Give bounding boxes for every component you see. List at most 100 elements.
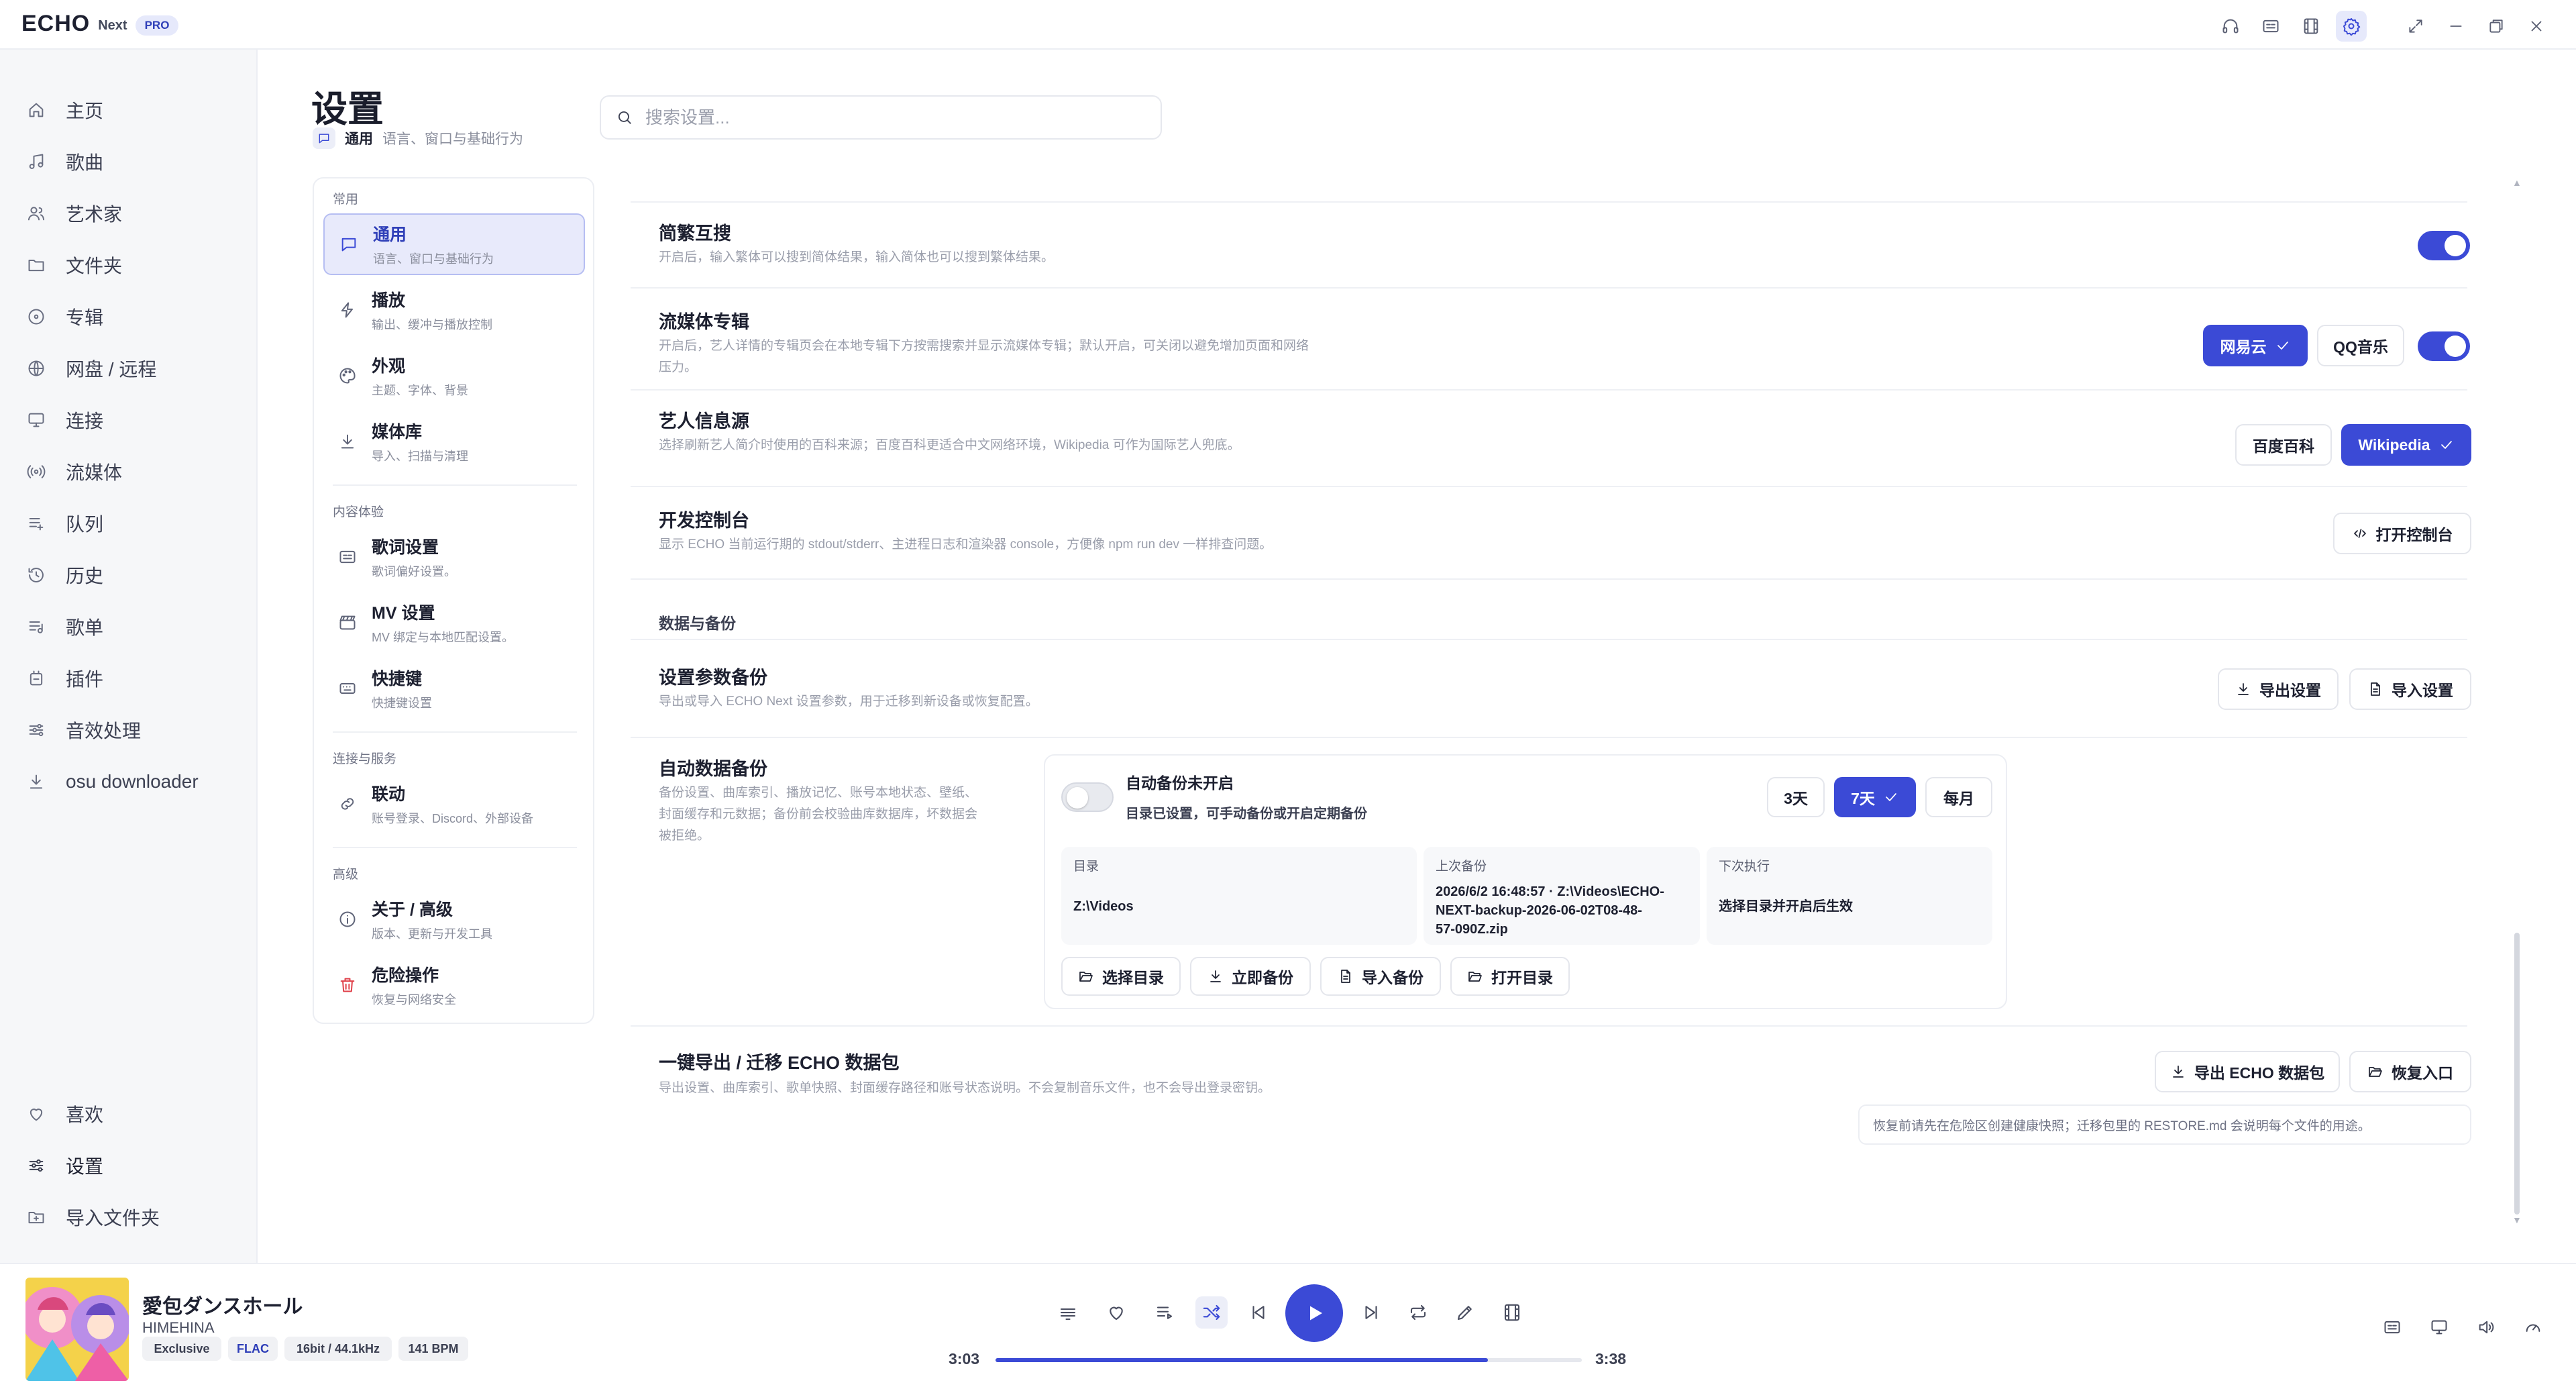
play-button[interactable] [1285, 1284, 1343, 1342]
lyrics-button[interactable] [1449, 1296, 1481, 1329]
playlist-icon [29, 621, 43, 633]
sidebar-item-cloud[interactable]: 网盘 / 远程 [27, 351, 156, 386]
volume-button[interactable] [2473, 1314, 2500, 1341]
button-label: 导入设置 [2392, 682, 2453, 699]
auto-backup-toggle[interactable] [1061, 782, 1114, 812]
content-scrollbar[interactable] [2514, 933, 2520, 1215]
setting-desc: 开启后，输入繁体可以搜到简体结果，输入简体也可以搜到繁体结果。 [659, 250, 1055, 264]
category-library[interactable]: 媒体库 导入、扫描与清理 [323, 411, 585, 472]
queue-icon [1157, 1306, 1173, 1319]
qq-music-button[interactable]: QQ音乐 [2317, 325, 2404, 366]
sidebar-item-queue[interactable]: 队列 [27, 506, 103, 541]
sidebar-item-playlists[interactable]: 歌单 [27, 609, 103, 644]
sidebar-label: 插件 [66, 669, 104, 690]
next-backup-box: 下次执行 选择目录并开启后生效 [1707, 847, 1992, 945]
netease-button[interactable]: 网易云 [2203, 325, 2308, 366]
sidebar-item-history[interactable]: 历史 [27, 558, 103, 592]
sidebar-item-home[interactable]: 主页 [27, 93, 103, 127]
category-desc: 主题、字体、背景 [372, 384, 468, 397]
pen-icon [1457, 1306, 1472, 1321]
freq-3-days-button[interactable]: 3天 [1767, 777, 1825, 817]
next-button[interactable] [1355, 1296, 1387, 1329]
last-backup-box: 上次备份 2026/6/2 16:48:57 · Z:\Videos\ECHO-… [1424, 847, 1700, 945]
setting-title: 一键导出 / 迁移 ECHO 数据包 [659, 1053, 900, 1073]
users-icon [28, 207, 45, 221]
sidebar-item-albums[interactable]: 专辑 [27, 299, 103, 334]
category-about[interactable]: 关于 / 高级 版本、更新与开发工具 [323, 888, 585, 950]
song-artist[interactable]: HIMEHINA [142, 1319, 215, 1337]
sidebar-item-likes[interactable]: 喜欢 [27, 1096, 103, 1131]
setting-desc: 备份设置、曲库索引、播放记忆、账号本地状态、壁纸、 封面缓存和元数据；备份前会校… [659, 782, 1034, 847]
open-dir-button[interactable]: 打开目录 [1450, 957, 1570, 996]
category-appearance[interactable]: 外观 主题、字体、背景 [323, 345, 585, 407]
lyrics-panel-button[interactable] [2379, 1314, 2406, 1341]
sidebar-label: 连接 [66, 411, 104, 431]
import-backup-button[interactable]: 导入备份 [1320, 957, 1441, 996]
backup-now-button[interactable]: 立即备份 [1190, 957, 1311, 996]
scroll-down-arrow-icon[interactable]: ▼ [2512, 1215, 2522, 1225]
settings-content: 简繁互搜 开启后，输入繁体可以搜到简体结果，输入简体也可以搜到繁体结果。 流媒体… [631, 168, 2482, 1255]
settings-search[interactable] [600, 95, 1162, 140]
export-echo-package-button[interactable]: 导出 ECHO 数据包 [2155, 1051, 2340, 1092]
progress-bar[interactable] [996, 1358, 1582, 1362]
sidebar-item-connect[interactable]: 连接 [27, 403, 103, 437]
volume-icon [2479, 1321, 2494, 1334]
category-playback[interactable]: 播放 输出、缓冲与播放控制 [323, 279, 585, 341]
album-cover[interactable] [25, 1278, 129, 1381]
choose-dir-button[interactable]: 选择目录 [1061, 957, 1181, 996]
minimize-icon[interactable] [2440, 11, 2471, 42]
category-danger[interactable]: 危险操作 恢复与网络安全 [323, 954, 585, 1016]
speed-button[interactable] [2520, 1314, 2546, 1341]
open-console-button[interactable]: 打开控制台 [2333, 513, 2471, 554]
category-mv[interactable]: MV 设置 MV 绑定与本地匹配设置。 [323, 592, 585, 654]
sidebar-item-streaming[interactable]: 流媒体 [27, 454, 122, 489]
category-desc: 快捷键设置 [372, 696, 432, 710]
freq-monthly-button[interactable]: 每月 [1925, 777, 1992, 817]
search-input[interactable] [645, 107, 1142, 128]
import-settings-button[interactable]: 导入设置 [2349, 668, 2471, 710]
previous-button[interactable] [1242, 1296, 1275, 1329]
button-label: 网易云 [2220, 338, 2267, 356]
category-lyrics[interactable]: 歌词设置 歌词偏好设置。 [323, 526, 585, 588]
restore-entry-button[interactable]: 恢复入口 [2349, 1051, 2471, 1092]
scroll-up-arrow-icon[interactable]: ▲ [2512, 177, 2522, 188]
repeat-button[interactable] [1402, 1296, 1434, 1329]
sidebar-item-osu-downloader[interactable]: osu downloader [27, 764, 199, 799]
settings-gear-icon[interactable] [2336, 11, 2367, 42]
equalizer-button[interactable] [1052, 1296, 1084, 1329]
simp-trad-toggle[interactable] [2418, 231, 2470, 260]
film-icon[interactable] [2296, 11, 2326, 42]
sidebar-label: 专辑 [66, 307, 104, 328]
sidebar-item-audio-effects[interactable]: 音效处理 [27, 713, 141, 747]
mv-button[interactable] [1496, 1296, 1528, 1329]
lyrics-icon[interactable] [2255, 11, 2286, 42]
category-general[interactable]: 通用 语言、窗口与基础行为 [323, 213, 585, 275]
queue-button[interactable] [1148, 1296, 1181, 1329]
current-time: 3:03 [949, 1350, 980, 1368]
category-shortcuts[interactable]: 快捷键 快捷键设置 [323, 658, 585, 719]
sidebar-item-folders[interactable]: 文件夹 [27, 248, 122, 282]
expand-icon[interactable] [2400, 11, 2431, 42]
sidebar-item-plugins[interactable]: 插件 [27, 661, 103, 696]
like-button[interactable] [1100, 1296, 1132, 1329]
close-icon[interactable] [2521, 11, 2552, 42]
category-linkage[interactable]: 联动 账号登录、Discord、外部设备 [323, 773, 585, 835]
sidebar-item-songs[interactable]: 歌曲 [27, 144, 103, 179]
backup-dir-box: 目录 Z:\Videos [1061, 847, 1417, 945]
monitor-icon [2431, 1320, 2447, 1335]
shuffle-button[interactable] [1195, 1296, 1228, 1329]
category-title: 通用 [373, 225, 407, 244]
baidu-baike-button[interactable]: 百度百科 [2235, 424, 2332, 466]
download-icon [1210, 970, 1221, 982]
headphones-icon[interactable] [2215, 11, 2246, 42]
restore-icon[interactable] [2481, 11, 2512, 42]
sidebar-item-settings[interactable]: 设置 [27, 1148, 103, 1183]
output-device-button[interactable] [2426, 1314, 2453, 1341]
sidebar-item-import-folder[interactable]: 导入文件夹 [27, 1200, 160, 1235]
wikipedia-button[interactable]: Wikipedia [2341, 424, 2471, 466]
freq-7-days-button[interactable]: 7天 [1834, 777, 1916, 817]
sidebar-item-artists[interactable]: 艺术家 [27, 196, 122, 231]
export-settings-button[interactable]: 导出设置 [2218, 668, 2339, 710]
exclusive-badge: Exclusive [142, 1337, 221, 1361]
stream-album-toggle[interactable] [2418, 331, 2470, 361]
